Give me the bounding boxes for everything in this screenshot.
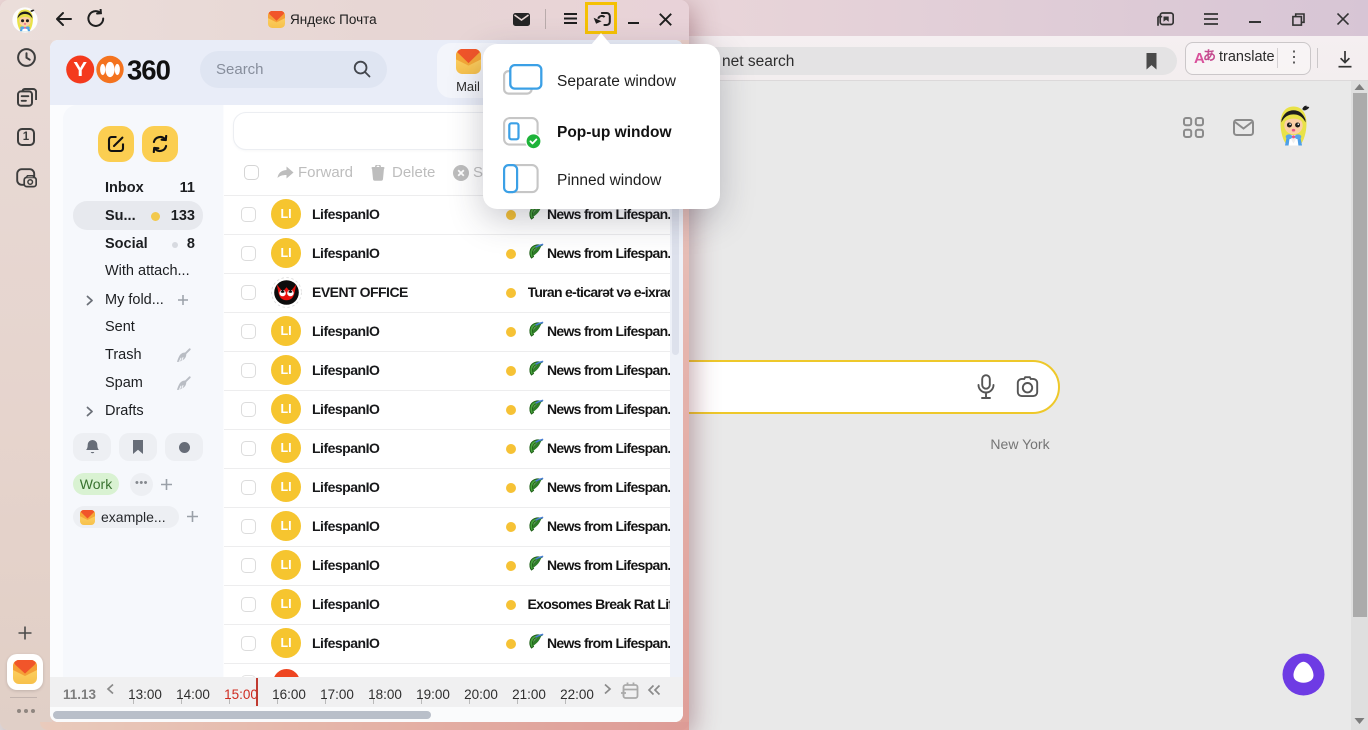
svg-text:360: 360: [127, 55, 171, 84]
svg-text:Y: Y: [73, 58, 87, 81]
